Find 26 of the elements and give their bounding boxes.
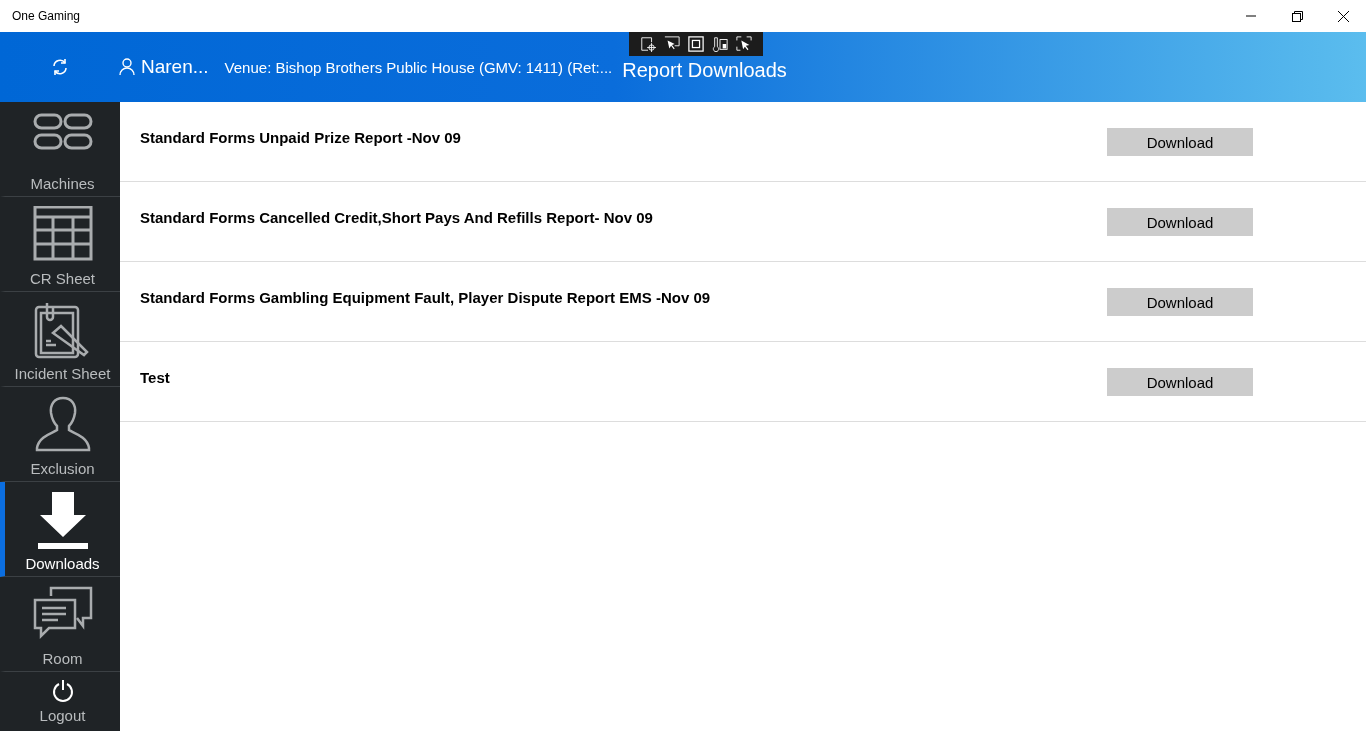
- square-icon[interactable]: [688, 36, 704, 52]
- window-title: One Gaming: [11, 9, 82, 23]
- user-name: Naren...: [141, 56, 209, 78]
- target-icon[interactable]: [640, 36, 656, 52]
- page-title: Report Downloads: [622, 58, 787, 82]
- report-name: Test: [140, 369, 171, 386]
- download-button[interactable]: Download: [1107, 128, 1253, 156]
- selection-icon[interactable]: [736, 36, 752, 52]
- download-button[interactable]: Download: [1107, 208, 1253, 236]
- report-name: Standard Forms Gambling Equipment Fault, Player Dispute Report EMS -Nov 09: [140, 289, 712, 306]
- download-button[interactable]: Download: [1107, 288, 1253, 316]
- report-name: Standard Forms Cancelled Credit,Short Pays And Refills Report- Nov 09: [140, 209, 654, 226]
- download-button[interactable]: Download: [1107, 368, 1253, 396]
- user-icon: [119, 58, 135, 76]
- power-icon: [51, 679, 74, 703]
- thermometer-icon[interactable]: [712, 36, 728, 52]
- refresh-icon[interactable]: [51, 58, 69, 76]
- nav-item[interactable]: CR Sheet: [0, 197, 120, 292]
- report-name: Standard Forms Unpaid Prize Report -Nov 09: [140, 129, 462, 146]
- restore-icon: [1291, 10, 1303, 22]
- nav-item[interactable]: Incident Sheet: [0, 292, 120, 387]
- cursor-icon[interactable]: [664, 36, 680, 52]
- close-icon: [1337, 10, 1349, 22]
- nav-item[interactable]: Logout: [0, 672, 120, 724]
- venue-label: Venue: Bishop Brothers Public House (GMV: 1411) (Ret:...: [224, 58, 613, 76]
- nav-item[interactable]: Machines: [0, 102, 120, 197]
